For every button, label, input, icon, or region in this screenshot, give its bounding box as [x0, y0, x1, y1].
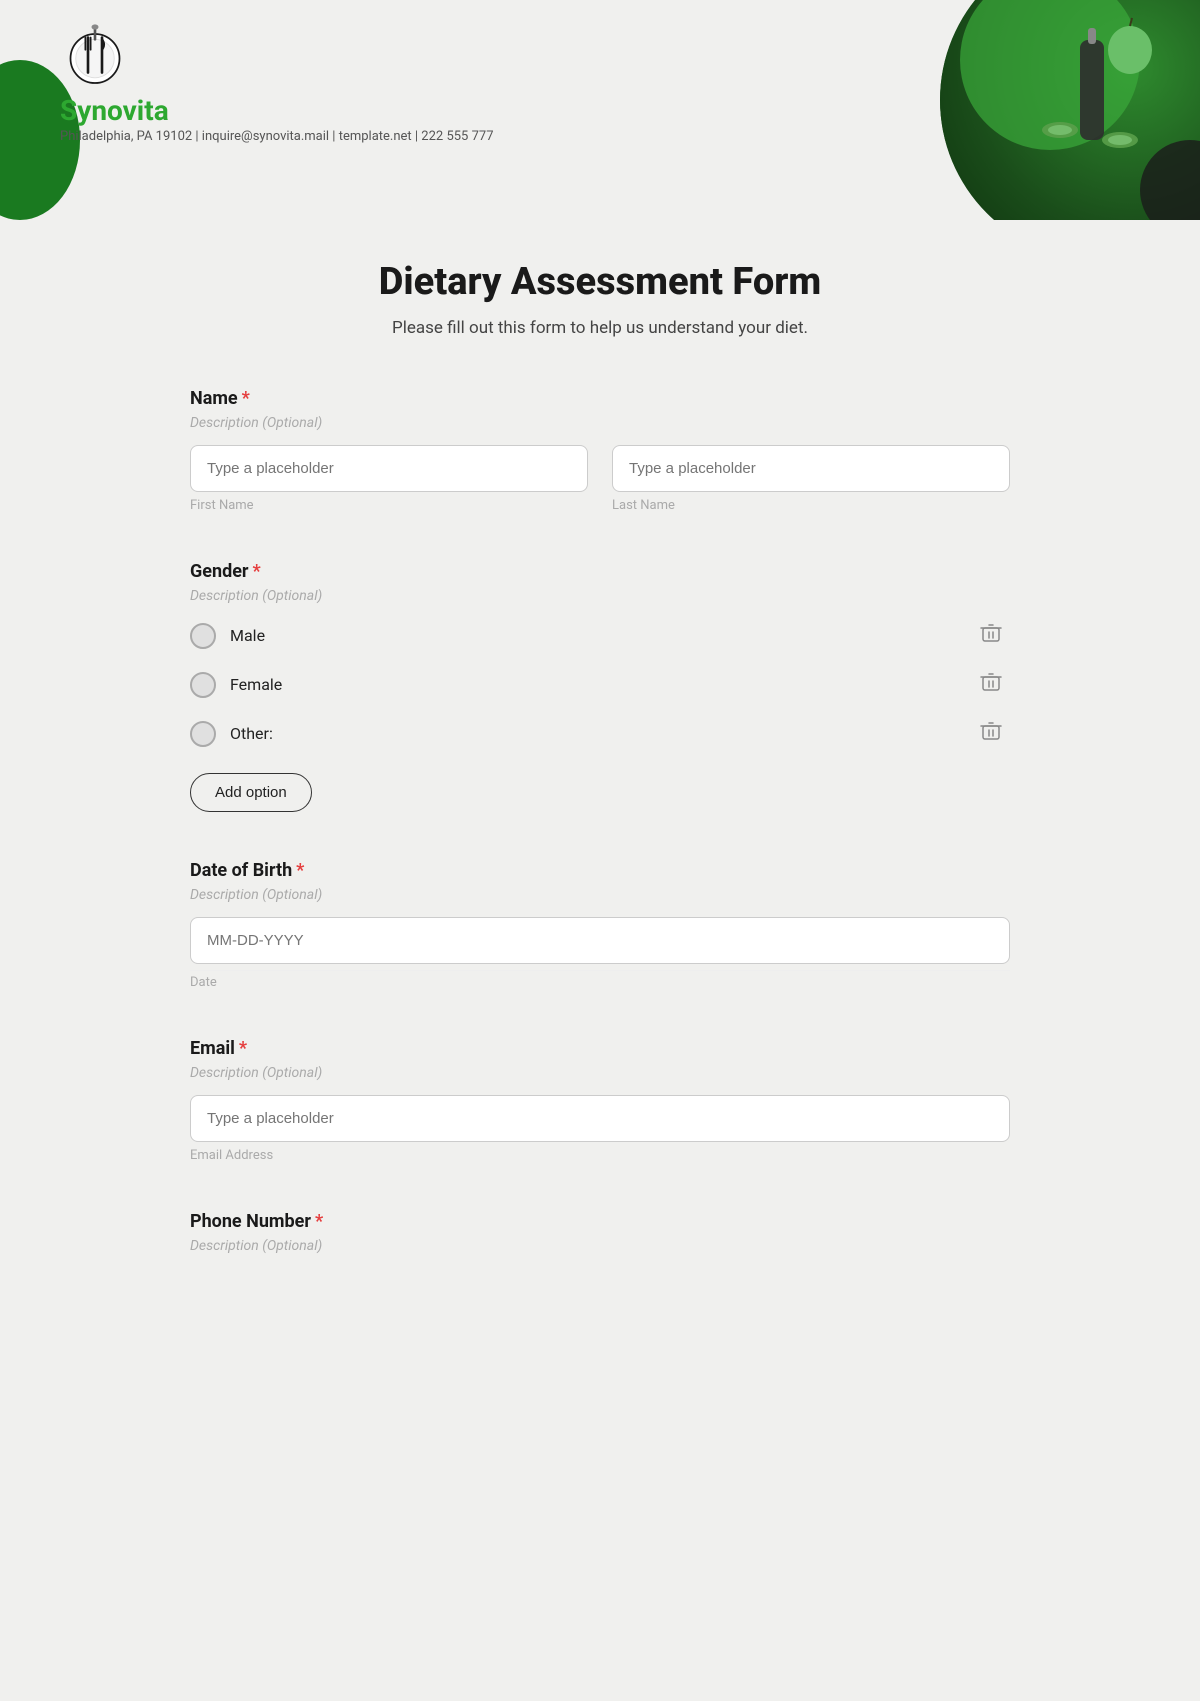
phone-section: Phone Number* Description (Optional) — [190, 1211, 1010, 1254]
dob-section: Date of Birth* Description (Optional) Da… — [190, 860, 1010, 990]
radio-label-other: Other: — [230, 724, 972, 743]
radio-option-other: Other: — [190, 716, 1010, 751]
radio-circle-male[interactable] — [190, 623, 216, 649]
email-description: Description (Optional) — [190, 1065, 1010, 1081]
delete-female-icon[interactable] — [972, 667, 1010, 702]
main-content: Dietary Assessment Form Please fill out … — [170, 220, 1030, 1382]
name-section: Name* Description (Optional) First Name … — [190, 388, 1010, 513]
radio-option-male: Male — [190, 618, 1010, 653]
name-description: Description (Optional) — [190, 415, 1010, 431]
name-label: Name* — [190, 388, 1010, 409]
phone-description: Description (Optional) — [190, 1238, 1010, 1254]
gender-required-star: * — [253, 561, 261, 582]
radio-option-female: Female — [190, 667, 1010, 702]
add-option-button[interactable]: Add option — [190, 773, 312, 812]
phone-required-star: * — [315, 1211, 323, 1232]
logo-address: Philadelphia, PA 19102 | inquire@synovit… — [60, 129, 494, 144]
radio-label-male: Male — [230, 626, 972, 645]
email-input-wrapper — [190, 1095, 1010, 1142]
email-section: Email* Description (Optional) Email Addr… — [190, 1038, 1010, 1163]
phone-label: Phone Number* — [190, 1211, 1010, 1232]
logo-name: Synovita — [60, 94, 169, 127]
dob-input[interactable] — [190, 917, 1010, 964]
last-name-input[interactable] — [612, 445, 1010, 492]
email-required-star: * — [239, 1038, 247, 1059]
first-name-wrapper: First Name — [190, 445, 588, 513]
header: Synovita Philadelphia, PA 19102 | inquir… — [0, 0, 1200, 220]
dob-description: Description (Optional) — [190, 887, 1010, 903]
delete-male-icon[interactable] — [972, 618, 1010, 653]
last-name-sublabel: Last Name — [612, 498, 1010, 513]
first-name-sublabel: First Name — [190, 498, 588, 513]
dob-sublabel: Date — [190, 970, 1010, 990]
form-subtitle: Please fill out this form to help us und… — [190, 318, 1010, 338]
email-sublabel: Email Address — [190, 1148, 1010, 1163]
logo-icon — [60, 20, 130, 90]
radio-circle-other[interactable] — [190, 721, 216, 747]
first-name-input[interactable] — [190, 445, 588, 492]
food-decoration — [1020, 0, 1180, 200]
gender-section: Gender* Description (Optional) Male Fema… — [190, 561, 1010, 812]
gender-label: Gender* — [190, 561, 1010, 582]
email-input[interactable] — [191, 1096, 1009, 1141]
required-star: * — [242, 388, 250, 409]
radio-circle-female[interactable] — [190, 672, 216, 698]
email-label: Email* — [190, 1038, 1010, 1059]
logo-area: Synovita Philadelphia, PA 19102 | inquir… — [60, 20, 494, 144]
form-title: Dietary Assessment Form — [190, 260, 1010, 304]
dob-required-star: * — [296, 860, 304, 881]
dob-label: Date of Birth* — [190, 860, 1010, 881]
right-decor — [940, 0, 1200, 220]
header-image — [940, 0, 1200, 220]
gender-description: Description (Optional) — [190, 588, 1010, 604]
name-fields-row: First Name Last Name — [190, 445, 1010, 513]
last-name-wrapper: Last Name — [612, 445, 1010, 513]
radio-label-female: Female — [230, 675, 972, 694]
delete-other-icon[interactable] — [972, 716, 1010, 751]
